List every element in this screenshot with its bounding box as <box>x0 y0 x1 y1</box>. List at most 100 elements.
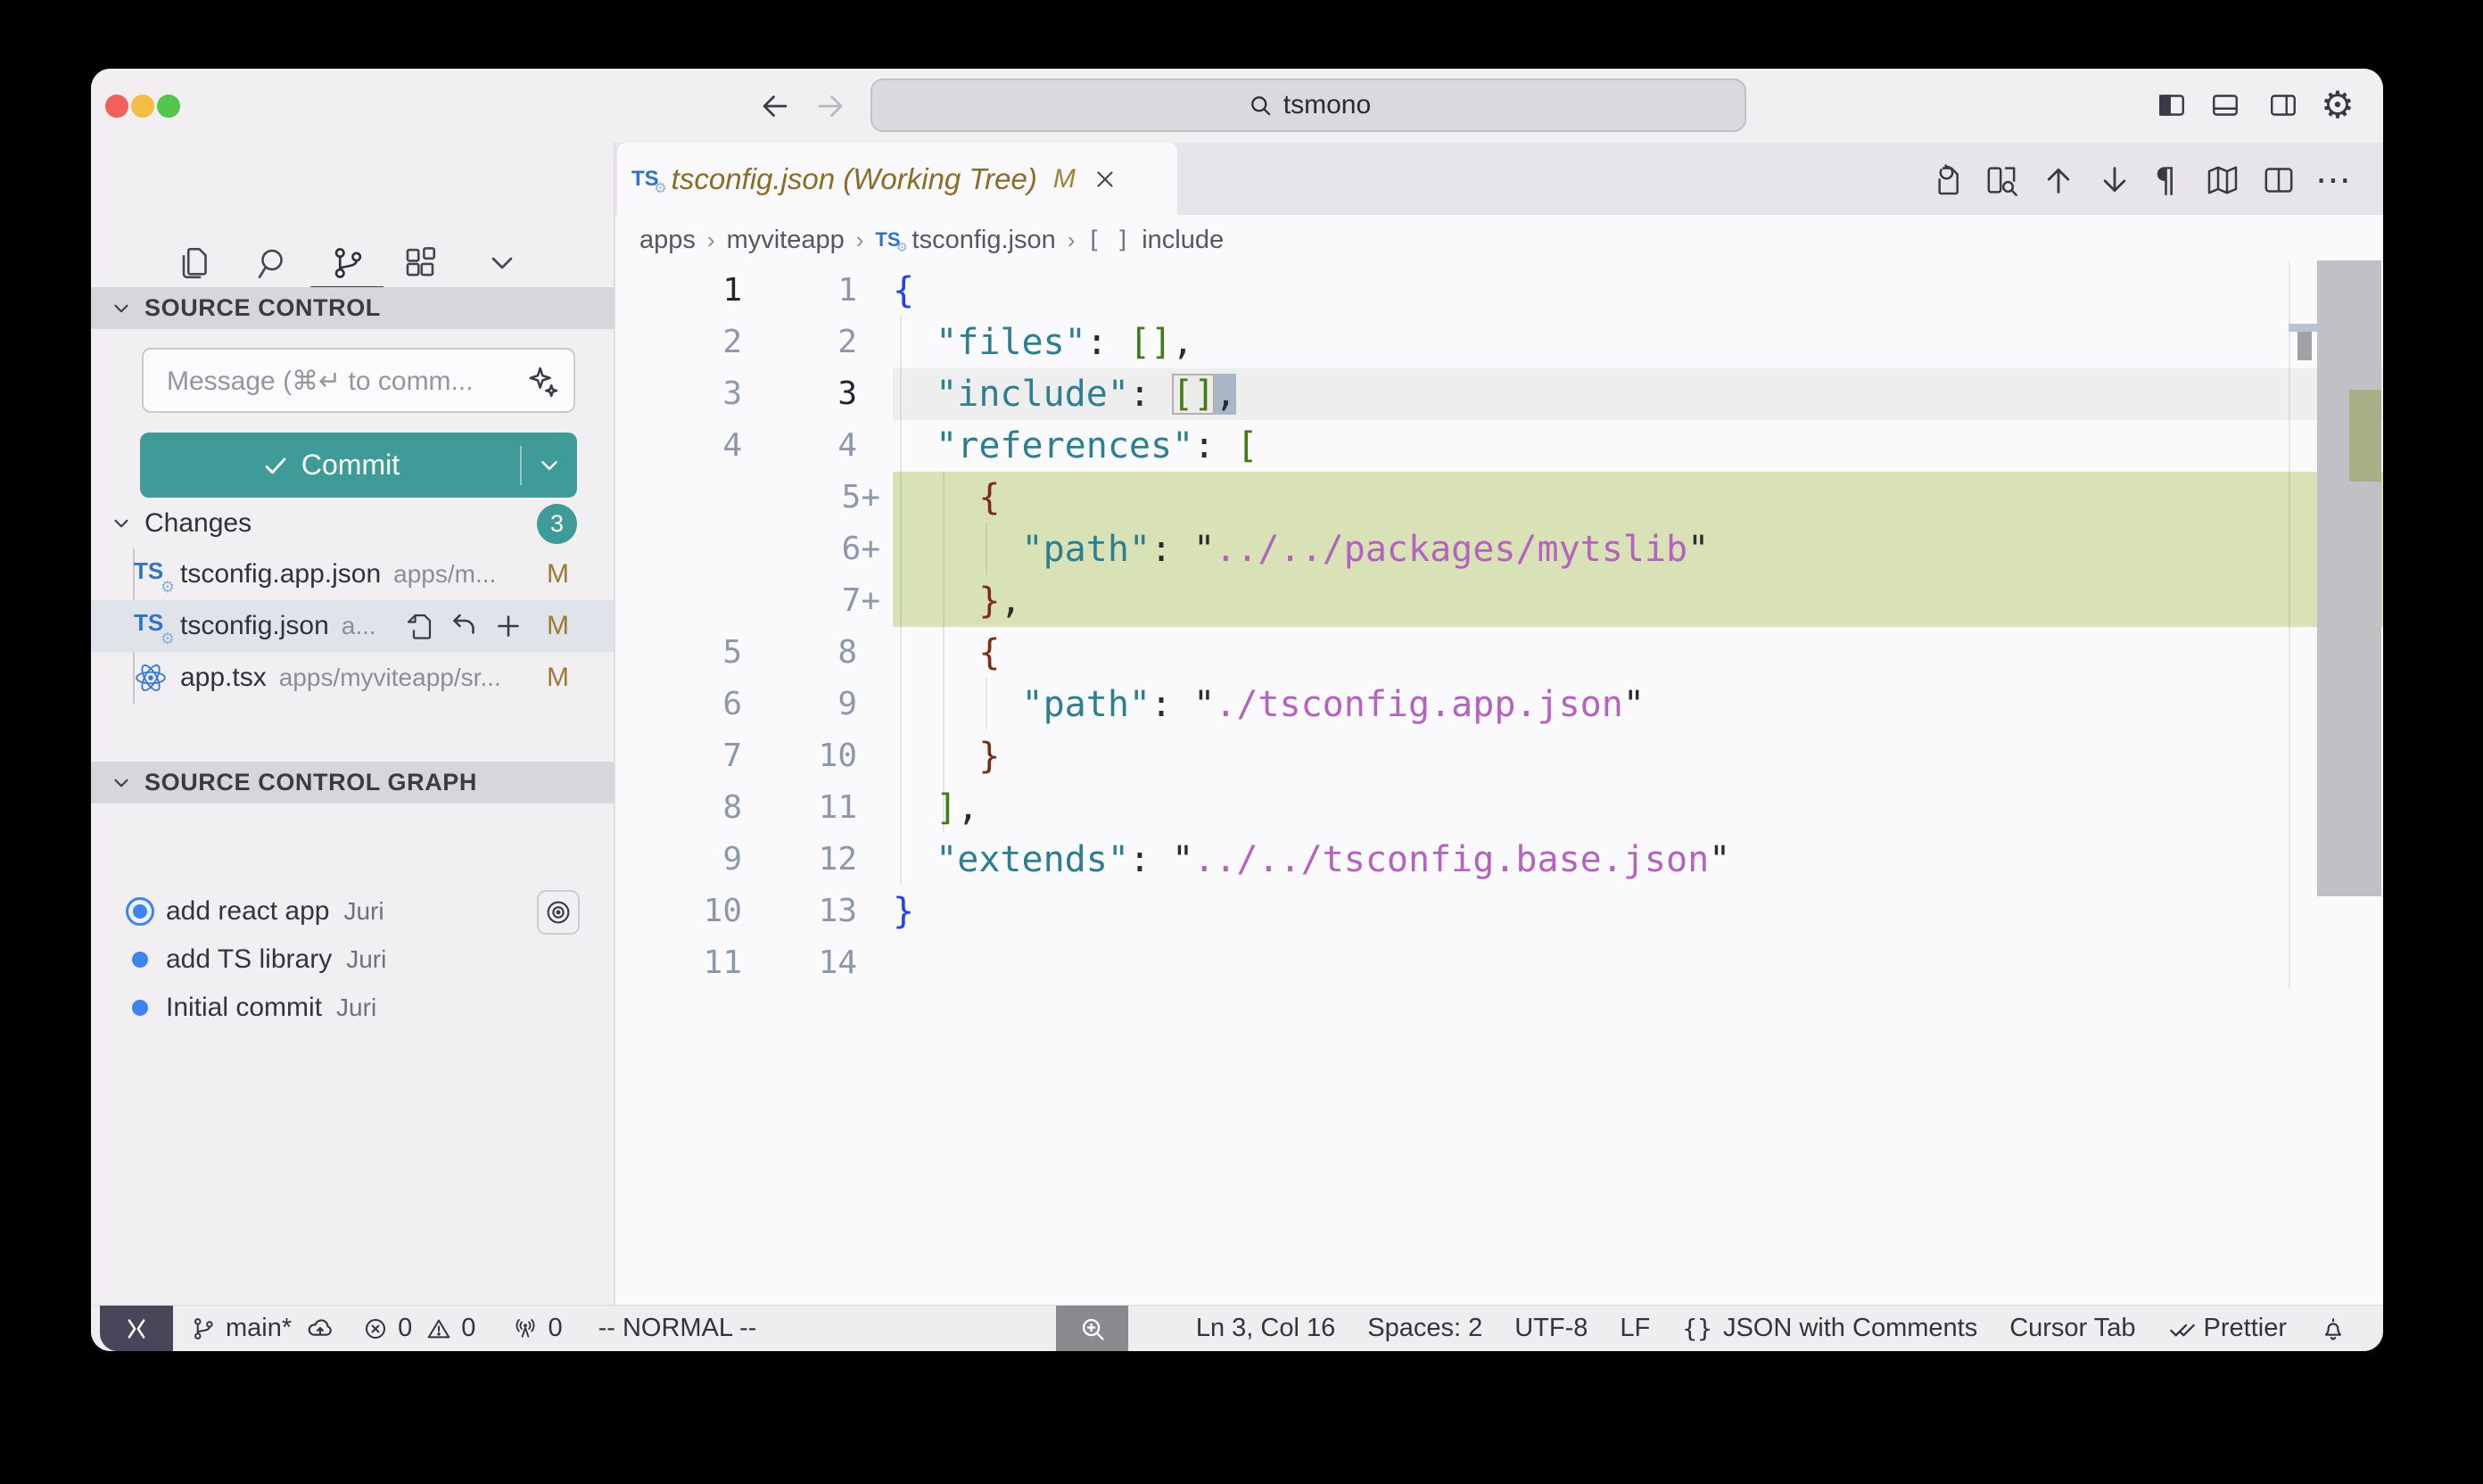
code-line[interactable]: 6+ "path": "../../packages/mytslib" <box>614 524 2383 575</box>
code-line[interactable]: 58 { <box>614 627 2383 679</box>
indent-guide <box>986 678 987 730</box>
goto-history-item-button[interactable] <box>537 890 580 935</box>
code-line[interactable]: 710 } <box>614 730 2383 782</box>
magnifier-plus-icon <box>1077 1314 1108 1344</box>
source-control-section-header[interactable]: SOURCE CONTROL <box>91 287 614 329</box>
language-indicator[interactable]: {} JSON with Comments <box>1682 1314 1977 1343</box>
code-line[interactable]: 811 ], <box>614 782 2383 834</box>
new-line-number: 3 <box>747 368 893 420</box>
views-chevron-icon[interactable] <box>483 243 522 283</box>
cursor-tab-indicator[interactable]: Cursor Tab <box>2009 1314 2135 1343</box>
eol-indicator[interactable]: LF <box>1620 1314 1650 1343</box>
code-text: "extends": "../../tsconfig.base.json" <box>893 834 2383 886</box>
toggle-panel-bottom-icon[interactable] <box>2208 88 2242 122</box>
old-line-number: 9 <box>614 834 747 886</box>
code-line[interactable]: 1114 <box>614 937 2383 989</box>
notifications-bell-icon[interactable] <box>2319 1315 2347 1343</box>
graph-row-head-commit[interactable]: add react app Juri <box>91 887 614 936</box>
toggle-panel-left-icon[interactable] <box>2155 88 2189 122</box>
code-line[interactable]: 1013} <box>614 886 2383 937</box>
chevron-down-icon[interactable] <box>110 297 133 320</box>
extensions-view-icon[interactable] <box>400 243 440 283</box>
warnings-indicator[interactable]: 0 <box>425 1314 475 1343</box>
warnings-count: 0 <box>461 1314 475 1343</box>
breadcrumb-item-apps[interactable]: apps <box>639 226 696 255</box>
toggle-panel-right-icon[interactable] <box>2266 88 2300 122</box>
open-changes-icon[interactable] <box>1927 161 1967 200</box>
commit-message-input[interactable] <box>165 350 507 413</box>
ports-indicator[interactable]: 0 <box>511 1314 562 1343</box>
close-icon[interactable] <box>1092 166 1118 193</box>
new-line-number: 12 <box>747 834 893 886</box>
commit-button[interactable]: Commit <box>140 449 520 482</box>
commit-author: Juri <box>343 897 384 926</box>
vim-mode-indicator[interactable]: -- NORMAL -- <box>598 1314 757 1343</box>
traffic-close-button[interactable] <box>105 95 128 118</box>
traffic-zoom-button[interactable] <box>157 95 180 118</box>
search-view-icon[interactable] <box>252 243 292 283</box>
history-back-button[interactable] <box>759 90 791 122</box>
code-line[interactable]: 5+ { <box>614 472 2383 524</box>
zoom-indicator-button[interactable] <box>1056 1306 1128 1351</box>
more-actions-icon[interactable]: ⋯ <box>2314 161 2353 200</box>
commit-dot <box>132 952 148 968</box>
breadcrumb-item-tsconfig-json[interactable]: tsconfig.json <box>912 226 1056 255</box>
pilcrow-whitespace-icon[interactable]: ¶ <box>2146 161 2185 200</box>
screen: tsmono ⚙ <box>0 0 2483 1484</box>
code-line[interactable]: 22 "files": [], <box>614 317 2383 368</box>
graph-row-commit[interactable]: Initial commit Juri <box>91 984 614 1032</box>
code-line[interactable]: 912 "extends": "../../tsconfig.base.json… <box>614 834 2383 886</box>
change-row-tsconfig-app-json[interactable]: TS⚙ tsconfig.app.json apps/m... M <box>91 548 614 600</box>
graph-row-commit[interactable]: add TS library Juri <box>91 936 614 984</box>
remote-indicator[interactable] <box>100 1306 173 1351</box>
command-center-search[interactable]: tsmono <box>870 78 1746 132</box>
change-row-app-tsx[interactable]: app.tsx apps/myviteapp/sr... M <box>91 652 614 704</box>
chevron-down-icon[interactable] <box>110 771 133 795</box>
next-change-icon[interactable] <box>2095 161 2134 200</box>
discard-changes-icon[interactable] <box>448 610 480 642</box>
settings-gear-icon[interactable]: ⚙ <box>2321 88 2355 122</box>
open-file-icon[interactable] <box>403 610 435 642</box>
encoding-indicator[interactable]: UTF-8 <box>1514 1314 1588 1343</box>
history-forward-button[interactable] <box>814 90 846 122</box>
source-control-view-icon[interactable] <box>328 243 367 283</box>
problems-indicator[interactable]: 0 <box>361 1314 412 1343</box>
cursor-position-indicator[interactable]: Ln 3, Col 16 <box>1196 1314 1335 1343</box>
sparkle-ai-icon[interactable] <box>525 364 561 400</box>
split-editor-icon[interactable] <box>2259 161 2298 200</box>
command-center-label: tsmono <box>1283 90 1371 120</box>
explorer-icon[interactable] <box>177 243 216 283</box>
branch-indicator[interactable]: main* <box>189 1314 292 1343</box>
indentation-indicator[interactable]: Spaces: 2 <box>1367 1314 1482 1343</box>
chevron-down-icon[interactable] <box>110 512 133 535</box>
scrollbar-slider[interactable] <box>2317 260 2381 896</box>
change-row-tsconfig-json[interactable]: TS⚙ tsconfig.json a... M <box>91 600 614 652</box>
code-text: ], <box>893 782 2383 834</box>
indent-guide <box>986 523 987 574</box>
code-line[interactable]: 7+ }, <box>614 575 2383 627</box>
tab-tsconfig-json-working-tree[interactable]: TS⚙ tsconfig.json (Working Tree) M <box>617 143 1177 215</box>
code-line[interactable]: 11{ <box>614 265 2383 317</box>
stage-plus-icon[interactable] <box>492 610 524 642</box>
commit-dropdown-button[interactable] <box>522 452 577 479</box>
code-text: "include": [], <box>893 368 2383 420</box>
previous-change-icon[interactable] <box>2039 161 2078 200</box>
new-line-number: 4 <box>747 420 893 472</box>
errors-count: 0 <box>398 1314 412 1343</box>
code-line[interactable]: 44 "references": [ <box>614 420 2383 472</box>
breadcrumb-separator: › <box>856 227 864 254</box>
breadcrumb-item-include[interactable]: include <box>1142 226 1224 255</box>
formatter-indicator[interactable]: Prettier <box>2168 1314 2287 1343</box>
source-control-graph-header[interactable]: SOURCE CONTROL GRAPH <box>91 762 614 804</box>
breadcrumb-item-myviteapp[interactable]: myviteapp <box>727 226 845 255</box>
changes-header[interactable]: Changes 3 <box>91 502 614 544</box>
minimap-icon[interactable] <box>2203 161 2242 200</box>
sync-cloud-icon[interactable] <box>306 1315 334 1343</box>
inline-view-icon[interactable] <box>1982 161 2021 200</box>
traffic-minimize-button[interactable] <box>131 95 154 118</box>
react-file-icon <box>134 661 168 695</box>
braces-icon: {} <box>1682 1314 1712 1343</box>
code-line[interactable]: 33 "include": [], <box>614 368 2383 420</box>
code-line[interactable]: 69 "path": "./tsconfig.app.json" <box>614 679 2383 730</box>
new-line-number: 14 <box>747 937 893 989</box>
